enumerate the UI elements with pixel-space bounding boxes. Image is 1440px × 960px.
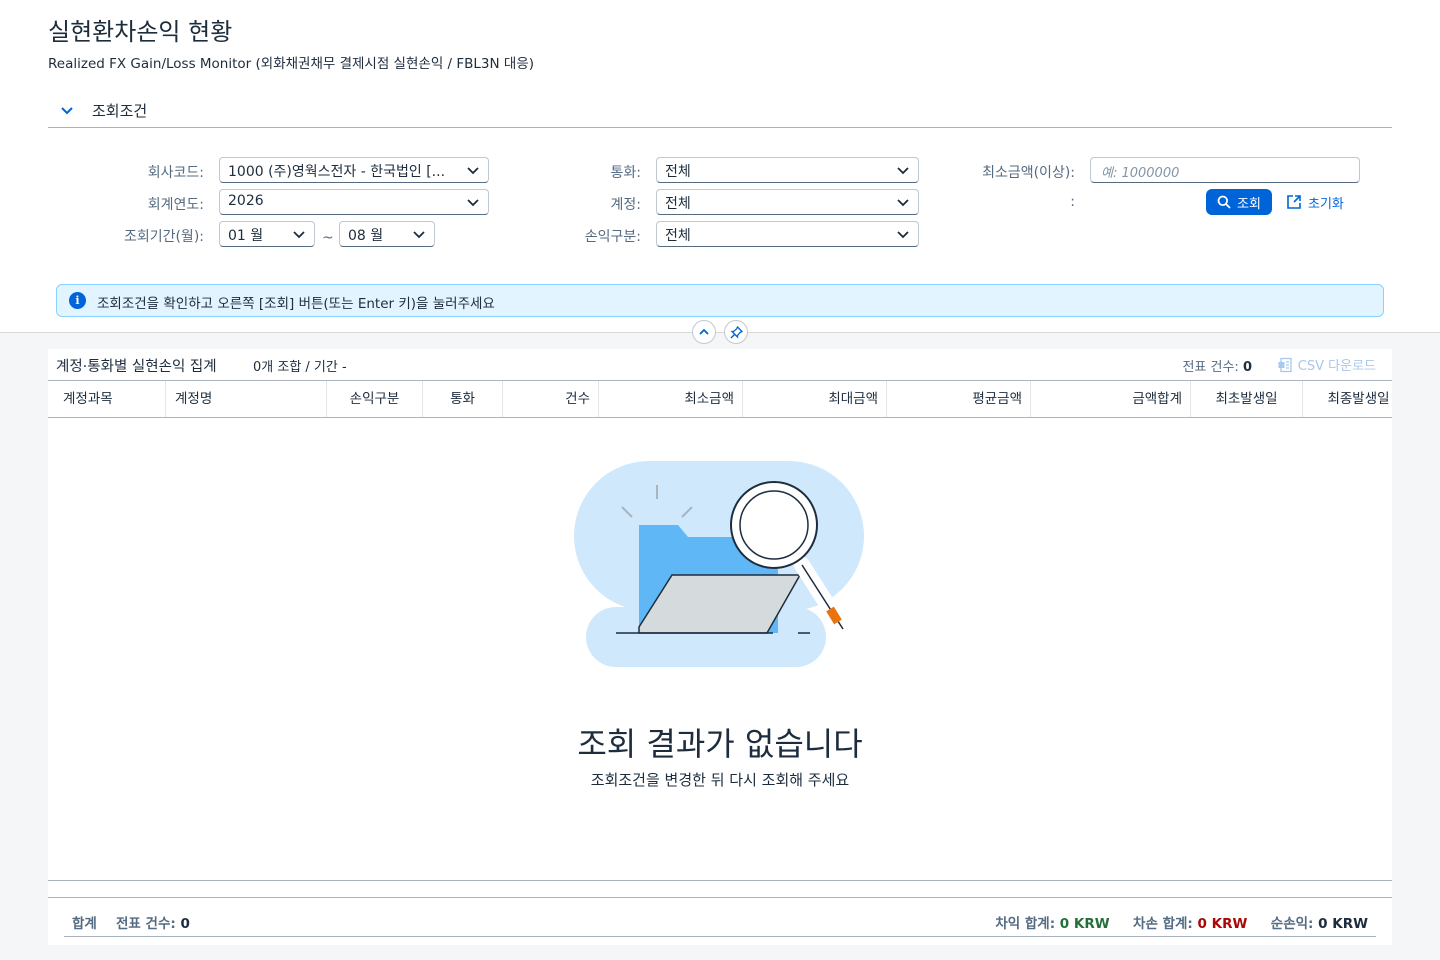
footer-total-label: 합계 xyxy=(72,916,97,932)
period-from-select[interactable]: 01 월 xyxy=(219,221,315,247)
currency-value: 전체 xyxy=(665,164,691,180)
account-value: 전체 xyxy=(665,196,691,212)
page-header: 실현환차손익 현황 Realized FX Gain/Loss Monitor … xyxy=(0,0,1440,333)
account-label: 계정: xyxy=(610,197,641,213)
search-icon xyxy=(1217,195,1231,209)
chevron-down-icon xyxy=(467,167,479,175)
net-total-value: 0 KRW xyxy=(1318,916,1368,932)
column-header[interactable]: 최대금액 xyxy=(743,381,887,417)
pl-type-select[interactable]: 전체 xyxy=(656,221,919,247)
csv-download-label: CSV 다운로드 xyxy=(1297,359,1376,374)
chevron-down-icon xyxy=(897,199,909,207)
pl-type-value: 전체 xyxy=(665,228,691,244)
period-from-value: 01 월 xyxy=(228,228,264,244)
table-title: 계정·통화별 실현손익 집계 xyxy=(56,359,217,375)
net-total-label: 순손익: xyxy=(1270,916,1314,932)
fiscal-year-value: 2026 xyxy=(228,193,264,209)
column-header[interactable]: 평균금액 xyxy=(887,381,1031,417)
column-header[interactable]: 최소금액 xyxy=(599,381,743,417)
csv-download-button[interactable]: CSV 다운로드 xyxy=(1277,355,1376,374)
pin-header-button[interactable] xyxy=(724,320,748,344)
info-icon: i xyxy=(69,292,86,309)
chevron-down-icon xyxy=(897,167,909,175)
divider xyxy=(48,880,1392,881)
pl-type-label: 손익구분: xyxy=(584,229,641,245)
footer-totals: 차익 합계: 0 KRW 차손 합계: 0 KRW 순손익: 0 KRW xyxy=(995,912,1368,932)
table-doc-count-value: 0 xyxy=(1242,360,1252,375)
fiscal-year-select[interactable]: 2026 xyxy=(219,189,489,215)
min-amount-label: 최소금액(이상): xyxy=(982,165,1075,181)
chevron-down-icon xyxy=(293,231,305,239)
footer-doc-count: 전표 건수: 0 xyxy=(116,912,190,932)
chevron-down-icon[interactable] xyxy=(60,100,74,120)
company-code-label: 회사코드: xyxy=(147,165,204,181)
column-header[interactable]: 최종발생일 xyxy=(1303,381,1392,417)
company-code-select[interactable]: 1000 (주)영웍스전자 - 한국법인 [... xyxy=(219,157,489,183)
chevron-up-icon xyxy=(699,328,709,335)
min-amount-input[interactable]: 예: 1000000 xyxy=(1090,157,1360,183)
company-code-value: 1000 (주)영웍스전자 - 한국법인 [... xyxy=(228,164,446,180)
period-to-select[interactable]: 08 월 xyxy=(339,221,435,247)
reset-button[interactable]: 초기화 xyxy=(1286,189,1358,215)
column-header[interactable]: 통화 xyxy=(423,381,503,417)
divider xyxy=(48,897,1392,898)
info-strip: i 조회조건을 확인하고 오른쪽 [조회] 버튼(또는 Enter 키)을 눌러… xyxy=(56,284,1384,317)
table-meta: 0개 조합 / 기간 - xyxy=(253,360,347,375)
empty-state-title: 조회 결과가 없습니다 xyxy=(577,725,863,763)
period-separator: ~ xyxy=(322,230,334,246)
period-label: 조회기간(월): xyxy=(123,229,204,245)
info-text: 조회조건을 확인하고 오른쪽 [조회] 버튼(또는 Enter 키)을 눌러주세… xyxy=(97,296,495,312)
page-title: 실현환차손익 현황 xyxy=(48,18,233,46)
table-header-row: 계정과목 계정명 손익구분 통화 건수 최소금액 최대금액 평균금액 금액합계 … xyxy=(48,380,1392,418)
loss-total-value: 0 KRW xyxy=(1197,916,1248,932)
footer-doc-count-value: 0 xyxy=(180,916,190,932)
table-doc-count-label: 전표 건수: xyxy=(1182,360,1239,375)
gain-total-value: 0 KRW xyxy=(1059,916,1110,932)
footer-doc-count-label: 전표 건수: xyxy=(116,916,176,932)
column-header[interactable]: 금액합계 xyxy=(1031,381,1191,417)
column-header[interactable]: 계정과목 xyxy=(48,381,166,417)
column-header[interactable]: 최초발생일 xyxy=(1191,381,1303,417)
loss-total-label: 차손 합계: xyxy=(1133,916,1193,932)
reset-button-label: 초기화 xyxy=(1308,196,1344,212)
reset-icon xyxy=(1287,195,1301,209)
chevron-down-icon xyxy=(897,231,909,239)
chevron-down-icon xyxy=(467,199,479,207)
gain-total-label: 차익 합계: xyxy=(995,916,1056,932)
fiscal-year-label: 회계연도: xyxy=(147,197,204,213)
search-button[interactable]: 조회 xyxy=(1206,189,1272,215)
filter-panel-header[interactable]: 조회조건 xyxy=(48,96,1392,128)
currency-label: 통화: xyxy=(610,165,641,181)
account-select[interactable]: 전체 xyxy=(656,189,919,215)
page-subtitle: Realized FX Gain/Loss Monitor (외화채권채무 결제… xyxy=(48,56,535,72)
search-button-label: 조회 xyxy=(1237,196,1261,212)
column-header[interactable]: 계정명 xyxy=(166,381,327,417)
collapse-header-button[interactable] xyxy=(692,320,716,344)
period-to-value: 08 월 xyxy=(348,228,384,244)
filter-panel-title: 조회조건 xyxy=(92,102,148,120)
empty-state-subtitle: 조회조건을 변경한 뒤 다시 조회해 주세요 xyxy=(590,771,850,789)
divider xyxy=(64,936,1376,937)
column-header[interactable]: 건수 xyxy=(503,381,599,417)
table-doc-count: 전표 건수: 0 xyxy=(1182,356,1252,375)
pin-icon xyxy=(729,325,743,339)
column-header[interactable]: 손익구분 xyxy=(327,381,423,417)
empty-search-illustration xyxy=(574,461,864,667)
action-label: : xyxy=(1070,194,1075,210)
currency-select[interactable]: 전체 xyxy=(656,157,919,183)
chevron-down-icon xyxy=(413,231,425,239)
spreadsheet-icon xyxy=(1278,357,1292,372)
result-table-card: 계정·통화별 실현손익 집계 0개 조합 / 기간 - 전표 건수: 0 CSV… xyxy=(48,349,1392,945)
